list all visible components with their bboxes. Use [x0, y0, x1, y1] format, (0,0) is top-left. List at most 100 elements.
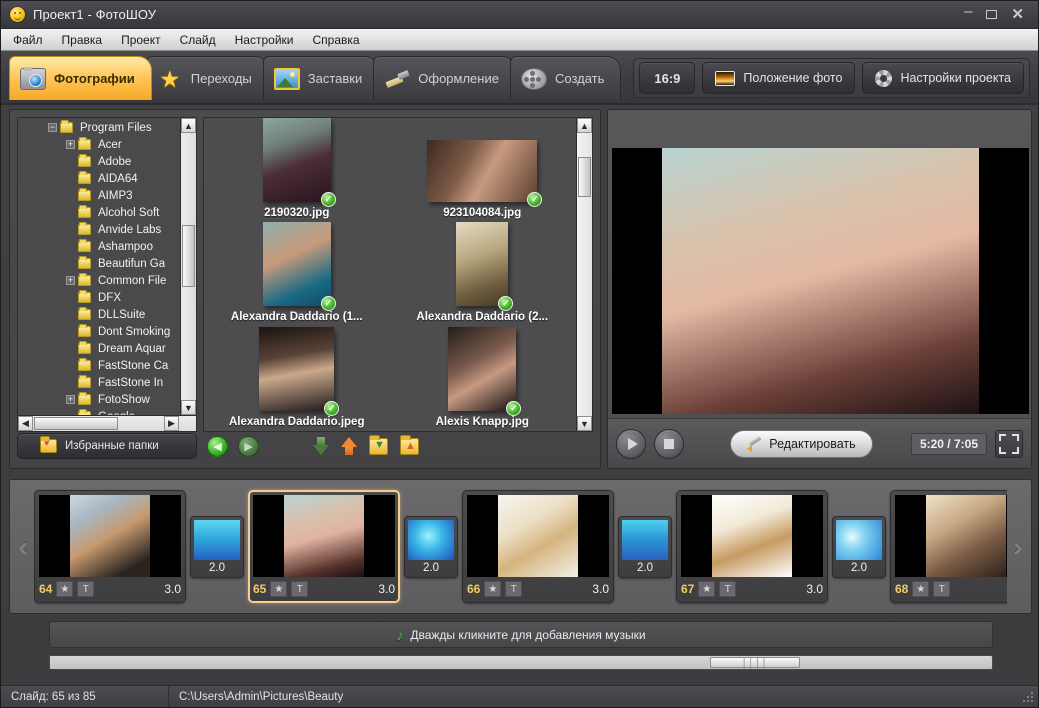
file-thumbnail-list[interactable]: ✓2190320.jpg✓923104084.jpg✓Alexandra Dad… — [203, 117, 593, 432]
tree-scroll-down-button[interactable]: ▼ — [181, 400, 196, 415]
close-button[interactable]: ✕ — [1011, 9, 1024, 21]
file-thumbnail[interactable]: ✓ — [456, 222, 508, 306]
files-scroll-up-button[interactable]: ▲ — [577, 118, 592, 133]
fullscreen-icon[interactable] — [995, 430, 1023, 458]
text-badge-icon[interactable]: T — [933, 581, 950, 597]
file-item[interactable]: ✓Alexandra Daddario.jpeg — [204, 327, 390, 428]
tree-item[interactable]: Ashampoo — [18, 238, 179, 255]
text-badge-icon[interactable]: T — [77, 581, 94, 597]
tree-item[interactable]: DLLSuite — [18, 306, 179, 323]
orange-up-arrow-icon[interactable] — [341, 437, 357, 455]
tree-item[interactable]: Adobe — [18, 153, 179, 170]
resize-grip-icon[interactable] — [1022, 691, 1034, 703]
folder-tree-hscrollbar[interactable]: ◀ ▶ — [18, 415, 196, 431]
file-thumbnail[interactable]: ✓ — [427, 140, 537, 202]
tab-photos[interactable]: Фотографии — [9, 56, 152, 100]
tree-item[interactable]: Alcohol Soft — [18, 204, 179, 221]
file-list-vscrollbar[interactable]: ▲ ▼ — [576, 118, 592, 431]
tree-item[interactable]: Anvide Labs — [18, 221, 179, 238]
checkmark-icon[interactable]: ✓ — [498, 296, 513, 311]
star-badge-icon[interactable]: ★ — [484, 581, 501, 597]
green-down-arrow-icon[interactable] — [313, 437, 329, 455]
aspect-ratio-button[interactable]: 16:9 — [639, 62, 695, 94]
folder-remove-icon[interactable] — [400, 438, 419, 455]
tree-item[interactable]: +Common File — [18, 272, 179, 289]
music-track-bar[interactable]: ♪ Дважды кликните для добавления музыки — [49, 621, 993, 648]
star-badge-icon[interactable]: ★ — [56, 581, 73, 597]
file-thumbnail[interactable]: ✓ — [263, 118, 331, 202]
play-icon[interactable] — [616, 429, 646, 459]
tree-item[interactable]: +Acer — [18, 136, 179, 153]
checkmark-icon[interactable]: ✓ — [506, 401, 521, 416]
tree-item[interactable]: +FotoShow — [18, 391, 179, 408]
timeline-slide-selected[interactable]: 65★T3.0 — [248, 490, 400, 603]
menu-item-help[interactable]: Справка — [312, 33, 359, 47]
preview-stage[interactable] — [612, 148, 1029, 414]
star-badge-icon[interactable]: ★ — [698, 581, 715, 597]
menu-item-slide[interactable]: Слайд — [180, 33, 216, 47]
timeline-slide[interactable]: 66★T3.0 — [462, 490, 614, 603]
file-item[interactable]: ✓Alexandra Daddario (1... — [204, 222, 390, 323]
tab-create[interactable]: Создать — [510, 56, 621, 100]
tree-item[interactable]: −Program Files — [18, 119, 179, 136]
tree-item[interactable]: FastStone In — [18, 374, 179, 391]
folder-add-icon[interactable] — [369, 438, 388, 455]
timeline-hscrollbar[interactable]: ││││ — [49, 655, 993, 670]
stop-icon[interactable] — [654, 429, 684, 459]
checkmark-icon[interactable]: ✓ — [324, 401, 339, 416]
collapse-icon[interactable]: − — [48, 123, 57, 132]
menu-item-project[interactable]: Проект — [121, 33, 161, 47]
checkmark-icon[interactable]: ✓ — [321, 192, 336, 207]
file-thumbnail[interactable]: ✓ — [263, 222, 331, 306]
timeline-slide[interactable]: 68★T3.0 — [890, 490, 1007, 603]
checkmark-icon[interactable]: ✓ — [527, 192, 542, 207]
timeline-hscroll-thumb[interactable]: ││││ — [710, 657, 800, 668]
star-badge-icon[interactable]: ★ — [270, 581, 287, 597]
tab-transitions[interactable]: ★ Переходы — [146, 56, 269, 100]
tree-vscroll-thumb[interactable] — [182, 225, 195, 287]
tree-hscroll-thumb[interactable] — [34, 417, 118, 430]
timeline-transition[interactable]: 2.0 — [404, 516, 458, 578]
file-thumbnail[interactable]: ✓ — [259, 327, 334, 411]
tree-item[interactable]: AIMP3 — [18, 187, 179, 204]
project-settings-button[interactable]: Настройки проекта — [862, 62, 1024, 94]
tree-item[interactable]: Beautifun Ga — [18, 255, 179, 272]
tab-intros[interactable]: Заставки — [263, 56, 379, 100]
checkmark-icon[interactable]: ✓ — [321, 296, 336, 311]
file-item[interactable]: ✓Alexis Knapp.jpg — [390, 327, 576, 428]
file-item[interactable]: ✓923104084.jpg — [390, 118, 576, 219]
timeline-transition[interactable]: 2.0 — [618, 516, 672, 578]
star-badge-icon[interactable]: ★ — [912, 581, 929, 597]
tree-item[interactable]: AIDA64 — [18, 170, 179, 187]
folder-tree[interactable]: −Program Files+AcerAdobeAIDA64AIMP3Alcoh… — [17, 117, 197, 432]
text-badge-icon[interactable]: T — [719, 581, 736, 597]
tree-item[interactable]: Dont Smoking — [18, 323, 179, 340]
menu-item-file[interactable]: Файл — [13, 33, 43, 47]
menu-item-settings[interactable]: Настройки — [235, 33, 294, 47]
tree-item[interactable]: Google — [18, 408, 179, 415]
text-badge-icon[interactable]: T — [291, 581, 308, 597]
timeline-transition[interactable]: 2.0 — [190, 516, 244, 578]
minimize-button[interactable]: – — [964, 6, 972, 18]
tree-item[interactable]: DFX — [18, 289, 179, 306]
chevron-right-icon[interactable]: › — [1007, 530, 1029, 564]
tree-scroll-right-button[interactable]: ▶ — [164, 416, 179, 431]
files-scroll-down-button[interactable]: ▼ — [577, 416, 592, 431]
forward-arrow-icon[interactable]: ▶ — [238, 436, 259, 457]
text-badge-icon[interactable]: T — [505, 581, 522, 597]
chevron-left-icon[interactable]: ‹ — [12, 530, 34, 564]
favorite-folders-button[interactable]: Избранные папки — [17, 433, 197, 459]
timeline-slide[interactable]: 67★T3.0 — [676, 490, 828, 603]
timeline-slide[interactable]: 64★T3.0 — [34, 490, 186, 603]
edit-button[interactable]: Редактировать — [730, 430, 872, 458]
expand-icon[interactable]: + — [66, 276, 75, 285]
menu-item-edit[interactable]: Правка — [62, 33, 103, 47]
tree-scroll-up-button[interactable]: ▲ — [181, 118, 196, 133]
tab-design[interactable]: Оформление — [373, 56, 516, 100]
maximize-button[interactable] — [986, 10, 997, 19]
timeline-transition[interactable]: 2.0 — [832, 516, 886, 578]
back-arrow-icon[interactable]: ◀ — [207, 436, 228, 457]
expand-icon[interactable]: + — [66, 395, 75, 404]
tree-scroll-left-button[interactable]: ◀ — [18, 416, 33, 431]
expand-icon[interactable]: + — [66, 140, 75, 149]
